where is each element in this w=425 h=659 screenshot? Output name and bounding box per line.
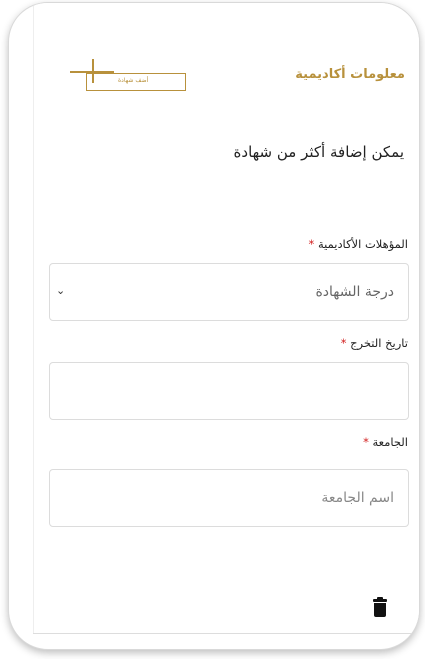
section-title: معلومات أكاديمية — [295, 67, 405, 82]
qualification-select[interactable]: ⌄ درجة الشهادة — [49, 263, 409, 321]
required-mark: * — [340, 336, 347, 350]
chevron-down-icon: ⌄ — [56, 284, 66, 297]
trash-icon[interactable] — [373, 597, 387, 617]
add-certificate-button[interactable]: أضف شهادة — [70, 55, 190, 95]
qualification-value: درجة الشهادة — [315, 284, 394, 300]
qualification-label: المؤهلات الأكاديمية * — [308, 237, 408, 251]
university-placeholder: اسم الجامعة — [321, 490, 394, 506]
university-field[interactable]: اسم الجامعة — [49, 469, 409, 527]
required-mark: * — [363, 435, 369, 449]
phone-frame: معلومات أكاديمية أضف شهادة يمكن إضافة أك… — [8, 2, 420, 650]
hint-text: يمكن إضافة أكثر من شهادة — [233, 143, 404, 161]
required-mark: * — [308, 237, 315, 251]
graduation-date-field[interactable] — [49, 362, 409, 420]
add-certificate-label: أضف شهادة — [118, 77, 149, 84]
university-label: الجامعة * — [363, 435, 408, 449]
graduation-date-label: تاريخ التخرج * — [340, 336, 408, 350]
